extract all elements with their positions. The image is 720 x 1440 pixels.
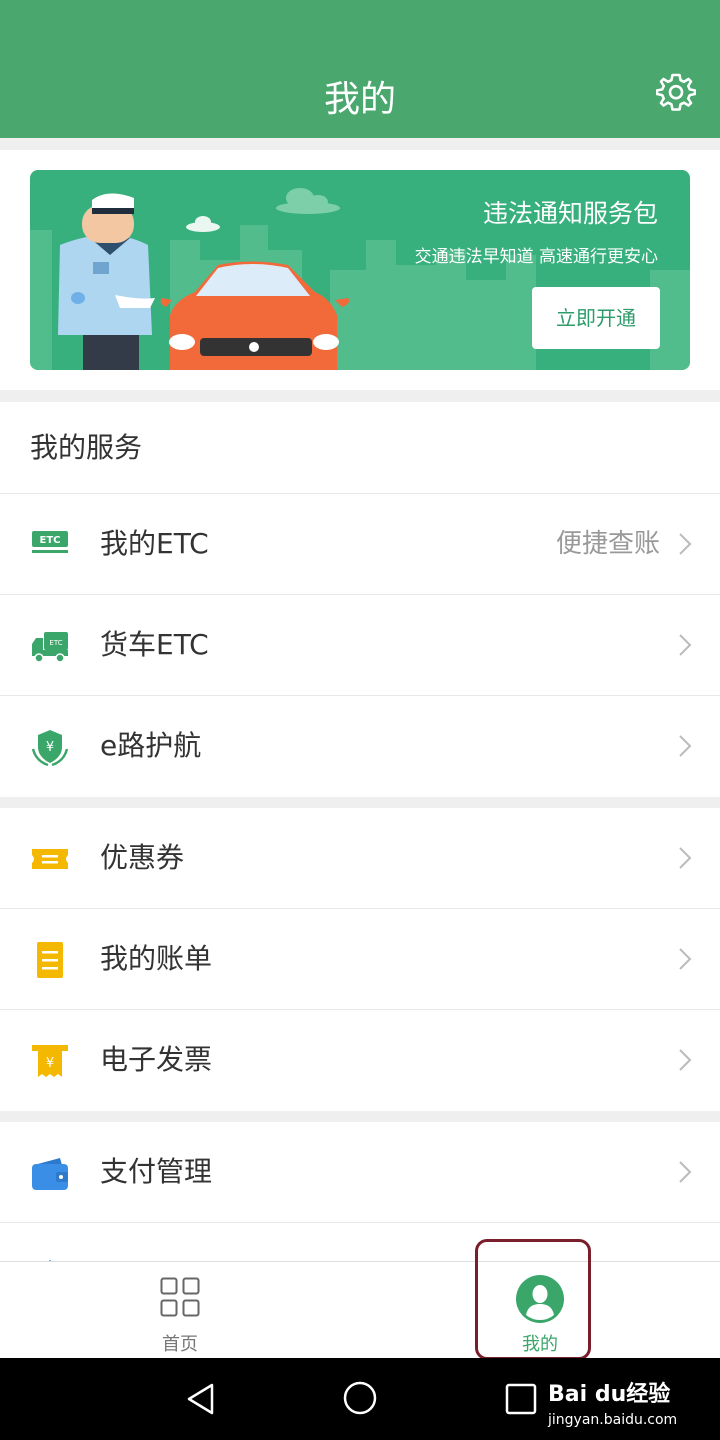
- menu-item-e-road-escort[interactable]: ¥ e路护航: [0, 696, 720, 797]
- watermark-url: jingyan.baidu.com: [548, 1412, 678, 1428]
- chevron-right-icon: [679, 948, 692, 970]
- menu-item-my-bills[interactable]: 我的账单: [0, 909, 720, 1010]
- activate-now-button[interactable]: 立即开通: [532, 287, 660, 349]
- grid-icon: [160, 1277, 200, 1317]
- banner-subtitle: 交通违法早知道 高速通行更安心: [414, 247, 658, 267]
- menu-item-payment-management[interactable]: 支付管理: [0, 1122, 720, 1223]
- shield-yuan-icon: ¥: [31, 730, 69, 767]
- menu-item-label: 支付管理: [100, 1155, 213, 1188]
- tab-label: 首页: [162, 1334, 198, 1355]
- home-circle-icon[interactable]: [342, 1380, 378, 1416]
- section-heading: 我的服务: [0, 402, 720, 494]
- menu-item-label: 电子发票: [100, 1043, 213, 1076]
- banner-title: 违法通知服务包: [482, 199, 658, 228]
- menu-item-label: 货车ETC: [100, 628, 209, 661]
- my-services-section: 我的服务 ETC 我的ETC 便捷查账 ETC 货车ETC ¥ e路护航: [0, 402, 720, 797]
- annotation-highlight-box: [475, 1239, 591, 1360]
- chevron-right-icon: [679, 634, 692, 656]
- menu-item-label: 我的账单: [100, 942, 213, 975]
- violation-service-banner[interactable]: 违法通知服务包 交通违法早知道 高速通行更安心 立即开通: [30, 170, 690, 370]
- watermark: Bai du经验 jingyan.baidu.com: [548, 1376, 677, 1428]
- watermark-brand: Bai du经验: [548, 1382, 671, 1407]
- svg-text:¥: ¥: [46, 1056, 54, 1071]
- menu-item-label: 优惠券: [100, 841, 185, 874]
- payment-section: 支付管理: [0, 1122, 720, 1261]
- wallet-icon: [32, 1158, 68, 1190]
- invoice-icon: ¥: [32, 1045, 68, 1077]
- menu-item-my-etc[interactable]: ETC 我的ETC 便捷查账: [0, 494, 720, 595]
- menu-item-label: e路护航: [100, 729, 202, 762]
- back-icon[interactable]: [184, 1382, 218, 1416]
- chevron-right-icon: [679, 735, 692, 757]
- gear-icon[interactable]: [656, 72, 696, 112]
- recents-square-icon[interactable]: [505, 1383, 537, 1415]
- bill-icon: [37, 942, 63, 978]
- finance-section: 优惠券 我的账单 ¥ 电子发票: [0, 808, 720, 1111]
- page-title: 我的: [323, 79, 396, 120]
- menu-item-label: 我的ETC: [100, 527, 209, 560]
- tab-home[interactable]: 首页: [90, 1262, 270, 1359]
- menu-item-coupons[interactable]: 优惠券: [0, 808, 720, 909]
- chevron-right-icon: [679, 533, 692, 555]
- quick-check-hint: 便捷查账: [555, 529, 660, 559]
- chevron-right-icon: [679, 1049, 692, 1071]
- app-header: 我的: [0, 0, 720, 138]
- menu-item-truck-etc[interactable]: ETC 货车ETC: [0, 595, 720, 696]
- svg-text:ETC: ETC: [49, 639, 62, 647]
- banner-section: 违法通知服务包 交通违法早知道 高速通行更安心 立即开通: [0, 150, 720, 390]
- chevron-right-icon: [679, 847, 692, 869]
- svg-text:¥: ¥: [46, 740, 54, 755]
- etc-card-icon: ETC: [32, 531, 68, 553]
- svg-text:ETC: ETC: [40, 535, 61, 546]
- house-icon: [48, 1260, 52, 1261]
- truck-icon: ETC: [32, 632, 68, 663]
- coupon-icon: [32, 849, 68, 869]
- chevron-right-icon: [679, 1161, 692, 1183]
- bottom-tab-bar: 首页 我的: [0, 1261, 720, 1358]
- menu-item-e-invoice[interactable]: ¥ 电子发票: [0, 1010, 720, 1111]
- menu-item-partial[interactable]: [0, 1223, 720, 1261]
